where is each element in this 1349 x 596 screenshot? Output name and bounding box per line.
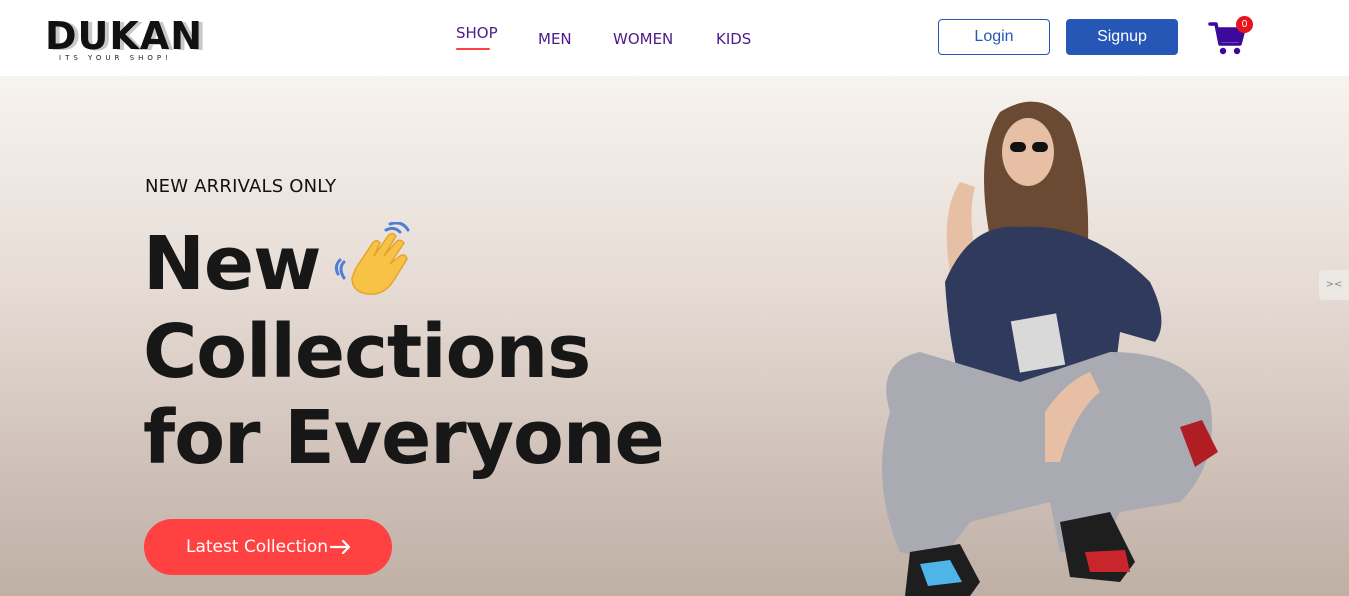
nav-item-women[interactable]: WOMEN xyxy=(613,30,673,48)
cart-count-badge: 0 xyxy=(1236,16,1253,33)
active-nav-indicator xyxy=(456,48,490,50)
cta-label: Latest Collection xyxy=(186,537,329,557)
login-button[interactable]: Login xyxy=(938,19,1050,55)
cart-button[interactable]: 0 xyxy=(1208,16,1254,58)
hero-headline-line-1: New xyxy=(143,221,321,307)
waving-hand-icon xyxy=(334,222,410,295)
navbar: DUKAN ITS YOUR SHOP! SHOP MEN WOMEN KIDS… xyxy=(0,0,1349,76)
hero-eyebrow: NEW ARRIVALS ONLY xyxy=(145,176,337,197)
nav-item-kids[interactable]: KIDS xyxy=(716,30,751,48)
nav-item-label: SHOP xyxy=(456,24,498,42)
close-icon: >< xyxy=(1325,279,1343,290)
hero-headline-line-3: for Everyone xyxy=(143,395,665,481)
brand-name: DUKAN xyxy=(45,14,204,58)
nav-item-label: MEN xyxy=(538,30,572,48)
latest-collection-button[interactable]: Latest Collection xyxy=(144,519,392,575)
hero-model-image xyxy=(882,101,1218,596)
hero-section: NEW ARRIVALS ONLY New Collections for Ev… xyxy=(0,76,1349,596)
signup-button[interactable]: Signup xyxy=(1066,19,1178,55)
nav-item-shop[interactable]: SHOP xyxy=(456,24,498,50)
hero-headline-line-2: Collections xyxy=(143,309,591,395)
nav-item-label: KIDS xyxy=(716,30,752,48)
side-widget-toggle[interactable]: >< xyxy=(1319,270,1349,300)
nav-item-men[interactable]: MEN xyxy=(538,30,572,48)
brand-logo[interactable]: DUKAN ITS YOUR SHOP! xyxy=(45,14,205,66)
nav-item-label: WOMEN xyxy=(613,30,674,48)
brand-tagline: ITS YOUR SHOP! xyxy=(59,54,172,62)
arrow-right-icon xyxy=(330,539,351,555)
